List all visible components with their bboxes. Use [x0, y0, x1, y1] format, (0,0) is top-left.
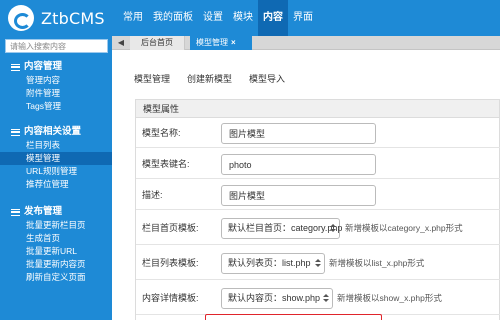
sidebar-item-update-category-pages[interactable]: 批量更新栏目页 — [0, 219, 112, 232]
form-row-description: 描述: — [136, 180, 500, 210]
sidebar-group-title[interactable]: 内容管理 — [0, 60, 112, 74]
sidebar-group-label: 发布管理 — [24, 206, 63, 217]
sidebar-item-update-urls[interactable]: 批量更新URL — [0, 245, 112, 258]
table-key-input[interactable] — [221, 154, 376, 175]
sidebar-item-attachments[interactable]: 附件管理 — [0, 87, 112, 100]
subtab-model-management[interactable]: 模型管理 — [134, 72, 170, 85]
sidebar-group-label: 内容相关设置 — [24, 126, 82, 137]
form-row-category-template: 栏目首页模板: 默认栏目首页：category.php 新增模板以categor… — [136, 211, 500, 245]
nav-item-content[interactable]: 内容 — [258, 0, 288, 36]
sidebar-item-tags[interactable]: Tags管理 — [0, 100, 112, 113]
sidebar-item-model-management[interactable]: 模型管理 — [0, 152, 112, 165]
category-template-hint: 新增模板以category_x.php形式 — [345, 223, 463, 233]
list-template-value: 默认列表页：list.php — [228, 258, 311, 268]
list-icon — [11, 63, 20, 71]
subtab-create-model[interactable]: 创建新模型 — [187, 72, 232, 85]
list-template-hint: 新增模板以list_x.php形式 — [329, 258, 425, 268]
sidebar: 内容管理 管理内容 附件管理 Tags管理 内容相关设置 栏目列表 模型管理 U… — [0, 36, 112, 320]
show-template-label: 内容详情模板: — [142, 293, 199, 303]
table-key-label: 模型表键名: — [142, 159, 190, 169]
sidebar-item-update-content-pages[interactable]: 批量更新内容页 — [0, 258, 112, 271]
tab-model-management[interactable]: 模型管理 × — [190, 36, 252, 50]
nav-item-settings[interactable]: 设置 — [198, 0, 228, 36]
sidebar-group-label: 内容管理 — [24, 61, 63, 72]
nav-item-modules[interactable]: 模块 — [228, 0, 258, 36]
highlight-annotation — [205, 314, 382, 320]
show-template-hint: 新增模板以show_x.php形式 — [337, 293, 442, 303]
logo[interactable]: ZtbCMS — [8, 4, 105, 32]
section-title: 模型属性 — [136, 100, 499, 118]
sidebar-item-manage-content[interactable]: 管理内容 — [0, 74, 112, 87]
description-input[interactable] — [221, 185, 376, 206]
logo-text: ZtbCMS — [41, 8, 105, 28]
form-row-list-template: 栏目列表模板: 默认列表页：list.php 新增模板以list_x.php形式 — [136, 246, 500, 280]
sidebar-group-content-management: 内容管理 管理内容 附件管理 Tags管理 — [0, 60, 112, 113]
sidebar-item-recommend-positions[interactable]: 推荐位管理 — [0, 178, 112, 191]
sidebar-item-url-rules[interactable]: URL规则管理 — [0, 165, 112, 178]
sidebar-item-refresh-custom-pages[interactable]: 刷新自定义页面 — [0, 271, 112, 284]
form-row-show-template: 内容详情模板: 默认内容页：show.php 新增模板以show_x.php形式 — [136, 281, 500, 315]
select-caret-icon — [322, 294, 329, 303]
model-properties-panel: 模型属性 模型名称: 模型表键名: 描述: 栏目首页模板: 默认栏目首页：cat… — [135, 99, 500, 320]
tab-label: 模型管理 — [196, 38, 228, 47]
chevron-left-icon[interactable]: ◀ — [116, 38, 126, 48]
nav-item-interface[interactable]: 界面 — [288, 0, 318, 36]
sidebar-group-content-settings: 内容相关设置 栏目列表 模型管理 URL规则管理 推荐位管理 — [0, 125, 112, 191]
sidebar-group-title[interactable]: 内容相关设置 — [0, 125, 112, 139]
form-row-table-key: 模型表键名: — [136, 149, 500, 179]
category-template-value: 默认栏目首页：category.php — [228, 223, 343, 233]
sub-tabs: 模型管理 创建新模型 模型导入 — [134, 72, 302, 85]
model-name-input[interactable] — [221, 123, 376, 144]
select-caret-icon — [329, 224, 336, 233]
list-icon — [11, 128, 20, 136]
subtab-import-model[interactable]: 模型导入 — [249, 72, 285, 85]
sidebar-item-generate-home[interactable]: 生成首页 — [0, 232, 112, 245]
category-template-label: 栏目首页模板: — [142, 223, 199, 233]
close-icon[interactable]: × — [231, 38, 236, 47]
select-caret-icon — [314, 259, 321, 268]
description-label: 描述: — [142, 190, 163, 200]
sidebar-group-publish: 发布管理 批量更新栏目页 生成首页 批量更新URL 批量更新内容页 刷新自定义页… — [0, 205, 112, 284]
show-template-value: 默认内容页：show.php — [228, 293, 321, 303]
list-icon — [11, 208, 20, 216]
form-row-name: 模型名称: — [136, 118, 500, 148]
main-content: 模型管理 创建新模型 模型导入 模型属性 模型名称: 模型表键名: 描述: 栏目… — [112, 50, 500, 320]
show-template-select[interactable]: 默认内容页：show.php — [221, 288, 333, 309]
top-bar: ZtbCMS 常用 我的面板 设置 模块 内容 界面 — [0, 0, 500, 36]
sidebar-group-title[interactable]: 发布管理 — [0, 205, 112, 219]
model-name-label: 模型名称: — [142, 128, 181, 138]
sidebar-search-input[interactable] — [5, 39, 108, 53]
logo-icon — [8, 5, 34, 31]
sidebar-item-category-list[interactable]: 栏目列表 — [0, 139, 112, 152]
top-nav: 常用 我的面板 设置 模块 内容 界面 — [118, 0, 318, 36]
list-template-select[interactable]: 默认列表页：list.php — [221, 253, 325, 274]
category-template-select[interactable]: 默认栏目首页：category.php — [221, 218, 343, 239]
nav-item-common[interactable]: 常用 — [118, 0, 148, 36]
list-template-label: 栏目列表模板: — [142, 258, 199, 268]
breadcrumb-tabs: ◀ 后台首页 模型管理 × — [112, 36, 500, 50]
nav-item-my-panel[interactable]: 我的面板 — [148, 0, 198, 36]
tab-home[interactable]: 后台首页 — [130, 36, 185, 50]
